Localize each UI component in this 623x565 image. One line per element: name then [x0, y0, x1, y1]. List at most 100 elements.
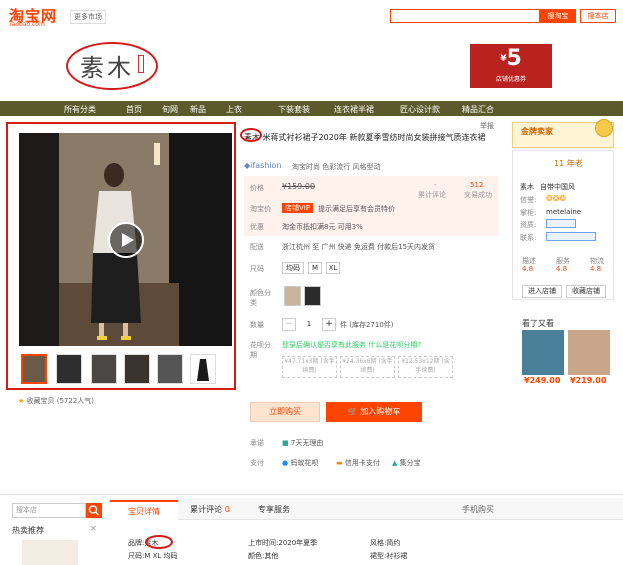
star-icon: ★	[18, 397, 25, 405]
jifenbao-icon: ▲	[392, 459, 398, 467]
report-link[interactable]: 举报	[480, 121, 494, 131]
size-option-3[interactable]: XL	[326, 262, 340, 274]
sales-label: 交易成功	[464, 191, 492, 199]
tab-reviews[interactable]: 累计评论 0	[182, 500, 238, 520]
nav-design[interactable]: 匠心设计款	[400, 104, 440, 115]
video-play-button[interactable]	[108, 222, 144, 258]
qty-decrease-button[interactable]: −	[282, 318, 296, 331]
favorite-shop-button[interactable]: 收藏店铺	[566, 285, 606, 298]
color-swatch-2[interactable]	[304, 286, 321, 306]
thumbnail-1[interactable]	[21, 354, 47, 384]
chat-icon[interactable]	[546, 232, 596, 241]
plan-3[interactable]: ¥47.71x3期 (含手续费)	[282, 356, 337, 378]
play-icon	[122, 233, 134, 247]
search-store-button[interactable]: 搜本店	[580, 9, 616, 23]
installment-text[interactable]: 登录后确认是否享有此服务 什么是花呗分期?	[282, 340, 421, 350]
section-divider	[0, 494, 623, 495]
nav-home[interactable]: 首页	[126, 104, 142, 115]
thumbnail-4[interactable]	[124, 354, 150, 384]
color-swatch-1[interactable]	[284, 286, 301, 306]
tab-details[interactable]: 宝贝详情	[110, 500, 178, 520]
qty-input[interactable]: 1	[298, 318, 320, 331]
coupon-amount: 5	[506, 46, 522, 71]
enter-shop-button[interactable]: 进入店铺	[522, 285, 562, 298]
pay-credit: ▬ 信用卡支付	[336, 458, 380, 468]
shop-brand-logo[interactable]: 素木	[80, 48, 134, 83]
pay-huabei: ● 蚂蚁花呗	[282, 458, 318, 468]
qualification-icon[interactable]	[546, 219, 576, 228]
detail-date-row: 上市时间:2020年夏季	[248, 538, 317, 548]
search-taobao-button[interactable]: 搜淘宝	[540, 9, 576, 23]
thumbnail-2[interactable]	[56, 354, 82, 384]
color-label: 颜色分类	[250, 289, 271, 307]
account-label: 掌柜:	[520, 209, 537, 217]
qty-increase-button[interactable]: +	[322, 318, 336, 331]
side-shop-name[interactable]: 素木	[520, 182, 534, 192]
search-input[interactable]	[390, 9, 540, 23]
nav-select[interactable]: 精品汇合	[462, 104, 494, 115]
size-option-2[interactable]: M	[308, 262, 322, 274]
huabei-icon: ●	[282, 459, 289, 467]
shop-search-button[interactable]	[86, 503, 102, 518]
hot-recommend-label: 热卖推荐	[12, 526, 44, 535]
tab-services[interactable]: 专享服务	[246, 500, 302, 520]
plan-6[interactable]: ¥24.36x6期 (含手续费)	[340, 356, 395, 378]
contact-label: 联系:	[520, 234, 537, 242]
pay-jifenbao: ▲ 集分宝	[392, 458, 421, 468]
shop-coupon[interactable]: ¥5 店铺优惠券	[470, 44, 552, 88]
size-option-1[interactable]: 均码	[282, 262, 304, 274]
detail-color-label: 颜色:	[248, 552, 265, 560]
nav-all-categories[interactable]: 所有分类	[64, 104, 96, 115]
thumbnail-5[interactable]	[157, 354, 183, 384]
nav-bottoms[interactable]: 下装套装	[278, 104, 310, 115]
thumbnail-3[interactable]	[91, 354, 117, 384]
detail-type-row: 裙型:衬衫裙	[370, 551, 407, 561]
buy-now-button[interactable]: 立即购买	[250, 402, 320, 422]
side-rank-label: 信誉:	[520, 196, 537, 204]
rec-item-price-2[interactable]: ¥219.00	[570, 376, 606, 385]
original-price: ¥159.00	[282, 182, 316, 191]
promo-label: 优惠	[250, 223, 264, 231]
collect-link[interactable]: ★ 收藏宝贝 (5722人气)	[18, 396, 94, 406]
pay-credit-label: 信用卡支付	[344, 459, 380, 467]
plan-12[interactable]: ¥12.53x12期 (含手续费)	[398, 356, 453, 378]
detail-size-row: 尺码:M XL 均码	[128, 551, 178, 561]
nav-new[interactable]: 新品	[190, 104, 206, 115]
service-label: 承诺	[250, 439, 264, 447]
rating-service-value: 4.8	[556, 265, 568, 273]
gold-medal-icon	[595, 119, 613, 137]
detail-type-value: 衬衫裙	[386, 552, 408, 560]
review-count-label[interactable]: 累计评论	[418, 190, 446, 200]
detail-brand-highlight	[145, 535, 173, 549]
mobile-buy-link[interactable]: 手机购买	[450, 500, 506, 520]
seller-account[interactable]: metelaine	[546, 208, 581, 216]
nav-item-2[interactable]: 旬网	[162, 104, 178, 115]
ifashion-badge[interactable]: ◆ifashion	[244, 161, 282, 170]
service-7day[interactable]: ■ 7天无理由	[282, 438, 323, 448]
crown-icons: ❂❂❂	[546, 194, 567, 203]
rec-item-image-2[interactable]	[568, 330, 610, 375]
service-text: 7天无理由	[290, 439, 324, 447]
detail-date-value: 2020年夏季	[278, 539, 318, 547]
title-brand-highlight	[240, 128, 262, 142]
ship-label: 配送	[250, 243, 264, 251]
taobao-logo-sub: Taobao.com	[9, 21, 45, 28]
hot-close-icon[interactable]: ✕	[90, 524, 97, 533]
installment-label: 花呗分期	[250, 341, 271, 359]
add-to-cart-button[interactable]: 🛒 加入购物车	[326, 402, 422, 422]
nav-dresses[interactable]: 连衣裙半裙	[334, 104, 374, 115]
sales-count: 512	[470, 181, 484, 189]
market-selector[interactable]: 更多市场	[70, 10, 106, 24]
hot-item-image[interactable]	[22, 540, 78, 565]
rec-item-image-1[interactable]	[522, 330, 564, 375]
cart-icon: 🛒	[347, 407, 358, 416]
rating-logistics-value: 4.8	[590, 265, 602, 273]
pay-label: 支付	[250, 459, 264, 467]
rating-desc-value: 4.8	[522, 265, 534, 273]
thumbnail-6[interactable]	[190, 354, 216, 384]
ship-text: 浙江杭州 至 广州 快递 免运费 付款后15天内发货	[282, 243, 436, 251]
shop-search-input[interactable]: 搜本店	[12, 503, 86, 518]
dress-icon	[197, 359, 209, 381]
rec-item-price-1[interactable]: ¥249.00	[524, 376, 560, 385]
nav-tops[interactable]: 上衣	[226, 104, 242, 115]
